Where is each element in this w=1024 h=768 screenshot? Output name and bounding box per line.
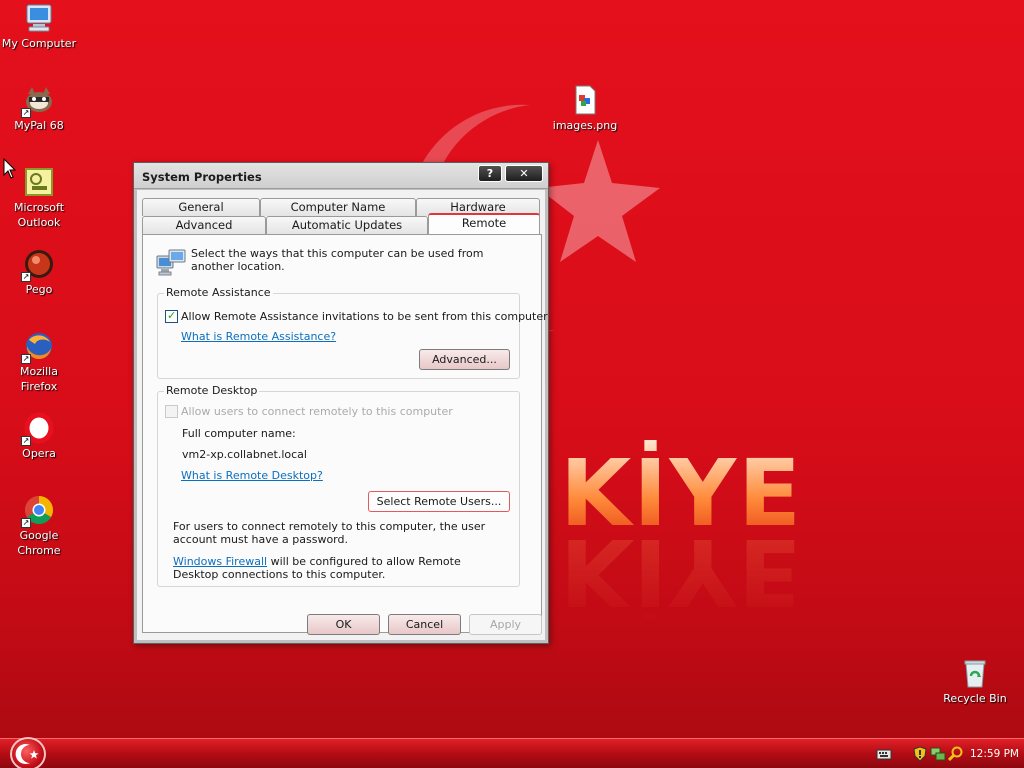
security-shield-icon[interactable] bbox=[912, 746, 928, 762]
computer-name-value: vm2-xp.collabnet.local bbox=[182, 448, 307, 461]
allow-remote-desktop-checkbox[interactable] bbox=[165, 405, 178, 418]
intro-text: Select the ways that this computer can b… bbox=[191, 247, 484, 273]
mypal-icon: ↗ bbox=[21, 84, 55, 118]
desktop-icon-images-png[interactable]: images.png bbox=[543, 84, 627, 133]
remote-desktop-group: Remote Desktop Allow users to connect re… bbox=[157, 384, 520, 587]
allow-remote-assistance-checkbox[interactable] bbox=[165, 309, 178, 323]
desktop-icon-chrome[interactable]: ↗ Google Chrome bbox=[0, 494, 81, 558]
help-button[interactable]: ? bbox=[478, 165, 502, 182]
dialog-content: General Computer Name Hardware Advanced … bbox=[137, 190, 548, 640]
select-remote-users-button[interactable]: Select Remote Users... bbox=[368, 491, 510, 512]
remote-assistance-group: Remote Assistance Allow Remote Assistanc… bbox=[157, 286, 548, 379]
full-computer-name-label: Full computer name: bbox=[182, 427, 296, 440]
dialog-title: System Properties bbox=[142, 170, 262, 184]
shortcut-arrow-icon: ↗ bbox=[21, 354, 31, 364]
my-computer-icon bbox=[23, 2, 55, 34]
windows-firewall-link[interactable]: Windows Firewall bbox=[173, 555, 267, 568]
remote-assistance-group-title: Remote Assistance bbox=[164, 286, 273, 299]
wallpaper-star bbox=[538, 140, 660, 262]
desktop-icon-opera[interactable]: ↗ Opera bbox=[0, 412, 81, 461]
firewall-note: Windows Firewall will be configured to a… bbox=[173, 555, 503, 581]
shortcut-arrow-icon: ↗ bbox=[21, 108, 31, 118]
pego-icon: ↗ bbox=[21, 248, 55, 282]
desktop-icon-mypal[interactable]: ↗ MyPal 68 bbox=[0, 84, 81, 133]
network-icon[interactable] bbox=[930, 746, 946, 762]
tab-automatic-updates[interactable]: Automatic Updates bbox=[266, 216, 428, 234]
opera-icon: ↗ bbox=[21, 412, 55, 446]
tab-general[interactable]: General bbox=[142, 198, 260, 216]
allow-remote-assistance-label[interactable]: Allow Remote Assistance invitations to b… bbox=[181, 310, 548, 323]
mouse-pointer-icon bbox=[3, 158, 17, 179]
cancel-button[interactable]: Cancel bbox=[388, 614, 461, 635]
tab-remote[interactable]: Remote bbox=[428, 213, 540, 234]
remote-tab-panel: Select the ways that this computer can b… bbox=[142, 234, 548, 633]
search-icon[interactable] bbox=[948, 746, 964, 762]
desktop-icon-my-computer[interactable]: My Computer bbox=[0, 2, 81, 51]
keyboard-icon[interactable] bbox=[876, 746, 892, 762]
shortcut-arrow-icon: ↗ bbox=[21, 436, 31, 446]
recycle-bin-icon bbox=[959, 657, 991, 689]
dialog-titlebar[interactable]: System Properties ? ✕ bbox=[134, 163, 548, 189]
outlook-icon bbox=[23, 166, 55, 198]
what-is-remote-desktop-link[interactable]: What is Remote Desktop? bbox=[181, 469, 323, 482]
tab-advanced[interactable]: Advanced bbox=[142, 216, 266, 234]
tab-computer-name[interactable]: Computer Name bbox=[260, 198, 416, 216]
firefox-icon: ↗ bbox=[21, 330, 55, 364]
ok-button[interactable]: OK bbox=[307, 614, 380, 635]
system-properties-dialog[interactable]: System Properties ? ✕ General Computer N… bbox=[133, 162, 549, 644]
wallpaper-text-reflection: KİYE bbox=[560, 518, 803, 625]
image-file-icon bbox=[569, 84, 601, 116]
allow-remote-desktop-label: Allow users to connect remotely to this … bbox=[181, 405, 453, 418]
start-button[interactable] bbox=[10, 737, 46, 768]
apply-button[interactable]: Apply bbox=[469, 614, 542, 635]
advanced-button[interactable]: Advanced... bbox=[419, 349, 510, 370]
chrome-icon: ↗ bbox=[21, 494, 55, 528]
close-button[interactable]: ✕ bbox=[505, 165, 543, 182]
desktop-icon-firefox[interactable]: ↗ Mozilla Firefox bbox=[0, 330, 81, 394]
remote-desktop-group-title: Remote Desktop bbox=[164, 384, 260, 397]
taskbar: 12:59 PM bbox=[0, 737, 1024, 768]
shortcut-arrow-icon: ↗ bbox=[21, 518, 31, 528]
crescent-star-icon bbox=[15, 744, 39, 764]
remote-computers-icon bbox=[156, 249, 186, 276]
shortcut-arrow-icon: ↗ bbox=[21, 272, 31, 282]
desktop-icon-pego[interactable]: ↗ Pego bbox=[0, 248, 81, 297]
desktop-icon-recycle-bin[interactable]: Recycle Bin bbox=[933, 657, 1017, 706]
what-is-remote-assistance-link[interactable]: What is Remote Assistance? bbox=[181, 330, 336, 343]
clock[interactable]: 12:59 PM bbox=[970, 748, 1019, 760]
password-note: For users to connect remotely to this co… bbox=[173, 520, 486, 546]
